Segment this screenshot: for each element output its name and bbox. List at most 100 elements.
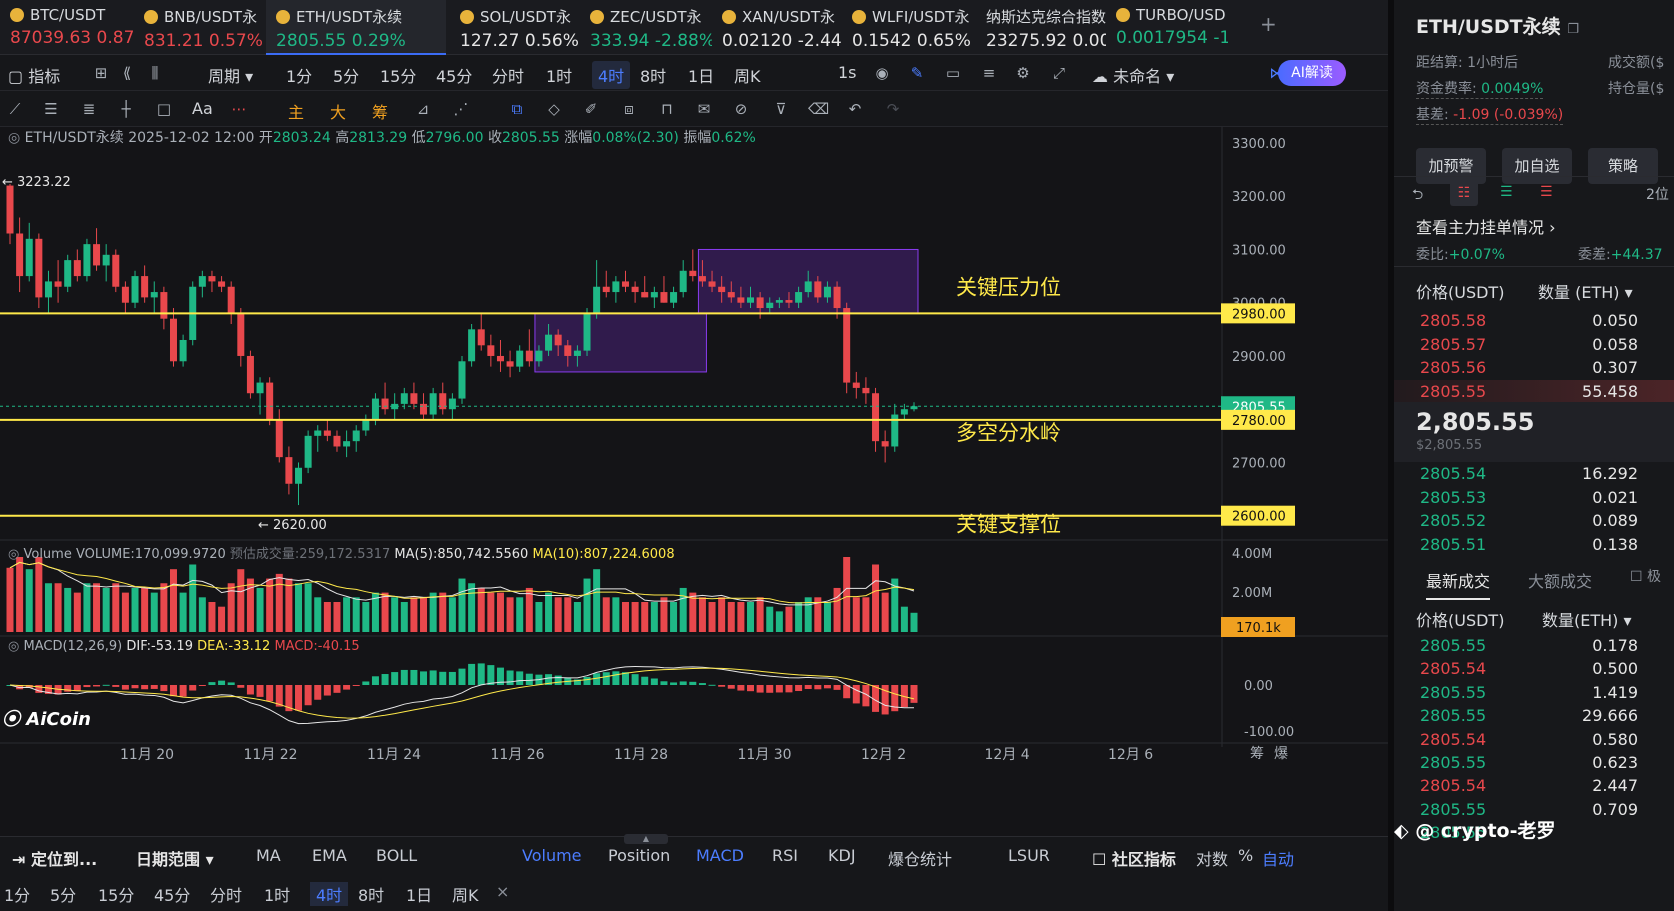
- indicator-button[interactable]: ▢ 指标: [8, 63, 60, 87]
- add-watchlist-button[interactable]: 加自选: [1502, 148, 1572, 184]
- eraser-icon[interactable]: ◇: [545, 100, 563, 118]
- undo-icon[interactable]: ↶: [846, 100, 864, 118]
- layout-dropdown[interactable]: ☁ 未命名 ▾: [1092, 63, 1174, 87]
- indicator-tab-3[interactable]: BOLL: [376, 846, 417, 865]
- chip-corner-label[interactable]: 筹: [1250, 743, 1264, 763]
- tab-3[interactable]: ETH/USDT永续 2805.55 0.29%: [266, 0, 446, 55]
- bottom-interval-10[interactable]: 周K: [452, 882, 479, 906]
- fullscreen-icon[interactable]: ⤢: [1050, 64, 1068, 82]
- interval-8[interactable]: 8时: [640, 63, 666, 87]
- indicator-tab-6[interactable]: MACD: [696, 846, 744, 865]
- main-orders-link[interactable]: 查看主力挂单情况 ›: [1416, 214, 1556, 238]
- tab-1[interactable]: BTC/USDT 87039.63 0.87: [0, 0, 134, 55]
- indicator-tab-9[interactable]: 爆仓统计: [888, 846, 952, 870]
- log-scale-button[interactable]: 对数: [1196, 846, 1228, 870]
- bid-row[interactable]: 2805.52 0.089: [1394, 509, 1674, 533]
- date-range-button[interactable]: 日期范围 ▾: [136, 846, 214, 870]
- candlestick-chart[interactable]: 关键压力位多空分水岭关键支撑位 ← 3223.22 ← 2620.00 3300.00…: [0, 127, 1388, 835]
- tab-5[interactable]: ZEC/USDT永 333.94 -2.88%: [580, 0, 712, 55]
- chip-button[interactable]: 筹: [372, 99, 388, 123]
- horizontal-lines-icon[interactable]: ≣: [80, 100, 98, 118]
- list-icon[interactable]: ≡: [980, 64, 998, 82]
- replay-icon[interactable]: ⟪: [118, 64, 136, 82]
- add-alert-button[interactable]: 加预警: [1416, 148, 1486, 184]
- pattern-icon[interactable]: ⋯: [230, 100, 248, 118]
- interval-10[interactable]: 周K: [734, 63, 761, 87]
- indicator-tab-4[interactable]: Volume: [522, 846, 582, 865]
- depth-select[interactable]: 2位: [1646, 184, 1669, 204]
- indicator-tab-8[interactable]: KDJ: [828, 846, 856, 865]
- tab-large-trades[interactable]: 大额成交: [1528, 568, 1592, 592]
- trendline-icon[interactable]: ⟋: [6, 100, 24, 118]
- bottom-interval-6[interactable]: 1时: [264, 882, 290, 906]
- orderbook-both-icon[interactable]: ☷: [1450, 180, 1478, 206]
- camera-icon[interactable]: ◉: [873, 64, 891, 82]
- ruler-icon[interactable]: ⧈: [620, 100, 638, 118]
- redo-icon[interactable]: ↷: [884, 100, 902, 118]
- main-force-button[interactable]: 主: [288, 99, 304, 123]
- bottom-interval-1[interactable]: 1分: [4, 882, 30, 906]
- interval-7[interactable]: 4时: [592, 61, 631, 89]
- tab-7[interactable]: WLFI/USDT永 0.1542 0.65%: [842, 0, 976, 55]
- interval-1[interactable]: 1分: [286, 63, 312, 87]
- ask-row[interactable]: 2805.56 0.307: [1394, 356, 1674, 380]
- ai-interpret-button[interactable]: AI解读: [1278, 60, 1346, 86]
- bid-row[interactable]: 2805.51 0.138: [1394, 533, 1674, 557]
- ask-row[interactable]: 2805.57 0.058: [1394, 333, 1674, 357]
- edit-list-icon[interactable]: ✉: [695, 100, 713, 118]
- eye-icon[interactable]: ◎: [8, 130, 25, 146]
- extreme-checkbox[interactable]: ☐ 极: [1630, 566, 1661, 586]
- tab-6[interactable]: XAN/USDT永 0.02120 -2.44: [712, 0, 842, 55]
- parallel-lines-icon[interactable]: ☰: [42, 100, 60, 118]
- measure-icon[interactable]: ⊿: [414, 100, 432, 118]
- brush-icon[interactable]: ✐: [582, 100, 600, 118]
- bid-row[interactable]: 2805.54 16.292: [1394, 462, 1674, 486]
- tab-4[interactable]: SOL/USDT永 127.27 0.56%: [450, 0, 580, 55]
- bottom-interval-8[interactable]: 8时: [358, 882, 384, 906]
- chart-type-icon[interactable]: ⫼: [146, 64, 164, 82]
- filter-icon[interactable]: ⊽: [772, 100, 790, 118]
- indicator-tab-1[interactable]: MA: [256, 846, 281, 865]
- locate-button[interactable]: ⇥ 定位到...: [12, 846, 97, 870]
- ask-row[interactable]: 2805.55 55.458: [1394, 379, 1674, 404]
- lock-icon[interactable]: ⊓: [658, 100, 676, 118]
- interval-5[interactable]: 分时: [492, 63, 524, 87]
- trash-icon[interactable]: ⌫: [808, 100, 829, 118]
- indicator-tab-2[interactable]: EMA: [312, 846, 347, 865]
- tab-latest-trades[interactable]: 最新成交: [1426, 568, 1491, 600]
- tab-2[interactable]: BNB/USDT永 831.21 0.57%: [134, 0, 266, 55]
- indicator-tab-10[interactable]: LSUR: [1008, 846, 1050, 865]
- settings-icon[interactable]: ⚙: [1014, 64, 1032, 82]
- tab-8[interactable]: 纳斯达克综合指数 23275.92 0.00: [976, 0, 1106, 55]
- copy-icon[interactable]: ❐: [1567, 22, 1579, 37]
- bottom-interval-3[interactable]: 15分: [98, 882, 134, 906]
- add-tab-button[interactable]: +: [1260, 12, 1277, 36]
- bottom-interval-2[interactable]: 5分: [50, 882, 76, 906]
- bid-row[interactable]: 2805.53 0.021: [1394, 486, 1674, 510]
- text-tool[interactable]: Aa: [192, 99, 213, 118]
- close-icon[interactable]: ×: [496, 882, 509, 901]
- collapse-handle[interactable]: ▲: [624, 834, 668, 844]
- orderbook-mode-1-icon[interactable]: ⮌: [1412, 184, 1423, 208]
- trades-col-qty[interactable]: 数量(ETH) ▾: [1542, 607, 1632, 631]
- fib-icon[interactable]: ⋰: [452, 100, 470, 118]
- period-dropdown[interactable]: 周期 ▾: [208, 63, 253, 87]
- chart-area[interactable]: 关键压力位 多空分水岭 关键支撑位 ← 3223.22 ← 2620.00 3300.00…: [0, 127, 1388, 835]
- liq-corner-label[interactable]: 爆: [1274, 743, 1288, 763]
- bottom-interval-5[interactable]: 分时: [210, 882, 242, 906]
- pen-icon[interactable]: ✎: [908, 64, 926, 82]
- comment-icon[interactable]: ▭: [944, 64, 962, 82]
- strategy-button[interactable]: 策略: [1588, 148, 1658, 184]
- link-icon[interactable]: ⊘: [732, 100, 750, 118]
- interval-2[interactable]: 5分: [333, 63, 359, 87]
- bottom-interval-7[interactable]: 4时: [310, 882, 349, 906]
- crosshair-line-icon[interactable]: ┼: [117, 100, 135, 118]
- interval-6[interactable]: 1时: [546, 63, 572, 87]
- indicator-tab-5[interactable]: Position: [608, 846, 670, 865]
- interval-4[interactable]: 45分: [436, 63, 472, 87]
- magnet-icon[interactable]: ⧉: [508, 100, 526, 118]
- col-qty[interactable]: 数量 (ETH) ▾: [1538, 279, 1633, 303]
- percent-button[interactable]: %: [1238, 846, 1253, 865]
- seconds-button[interactable]: 1s: [838, 63, 857, 82]
- orderbook-bids-icon[interactable]: ☰: [1500, 184, 1513, 200]
